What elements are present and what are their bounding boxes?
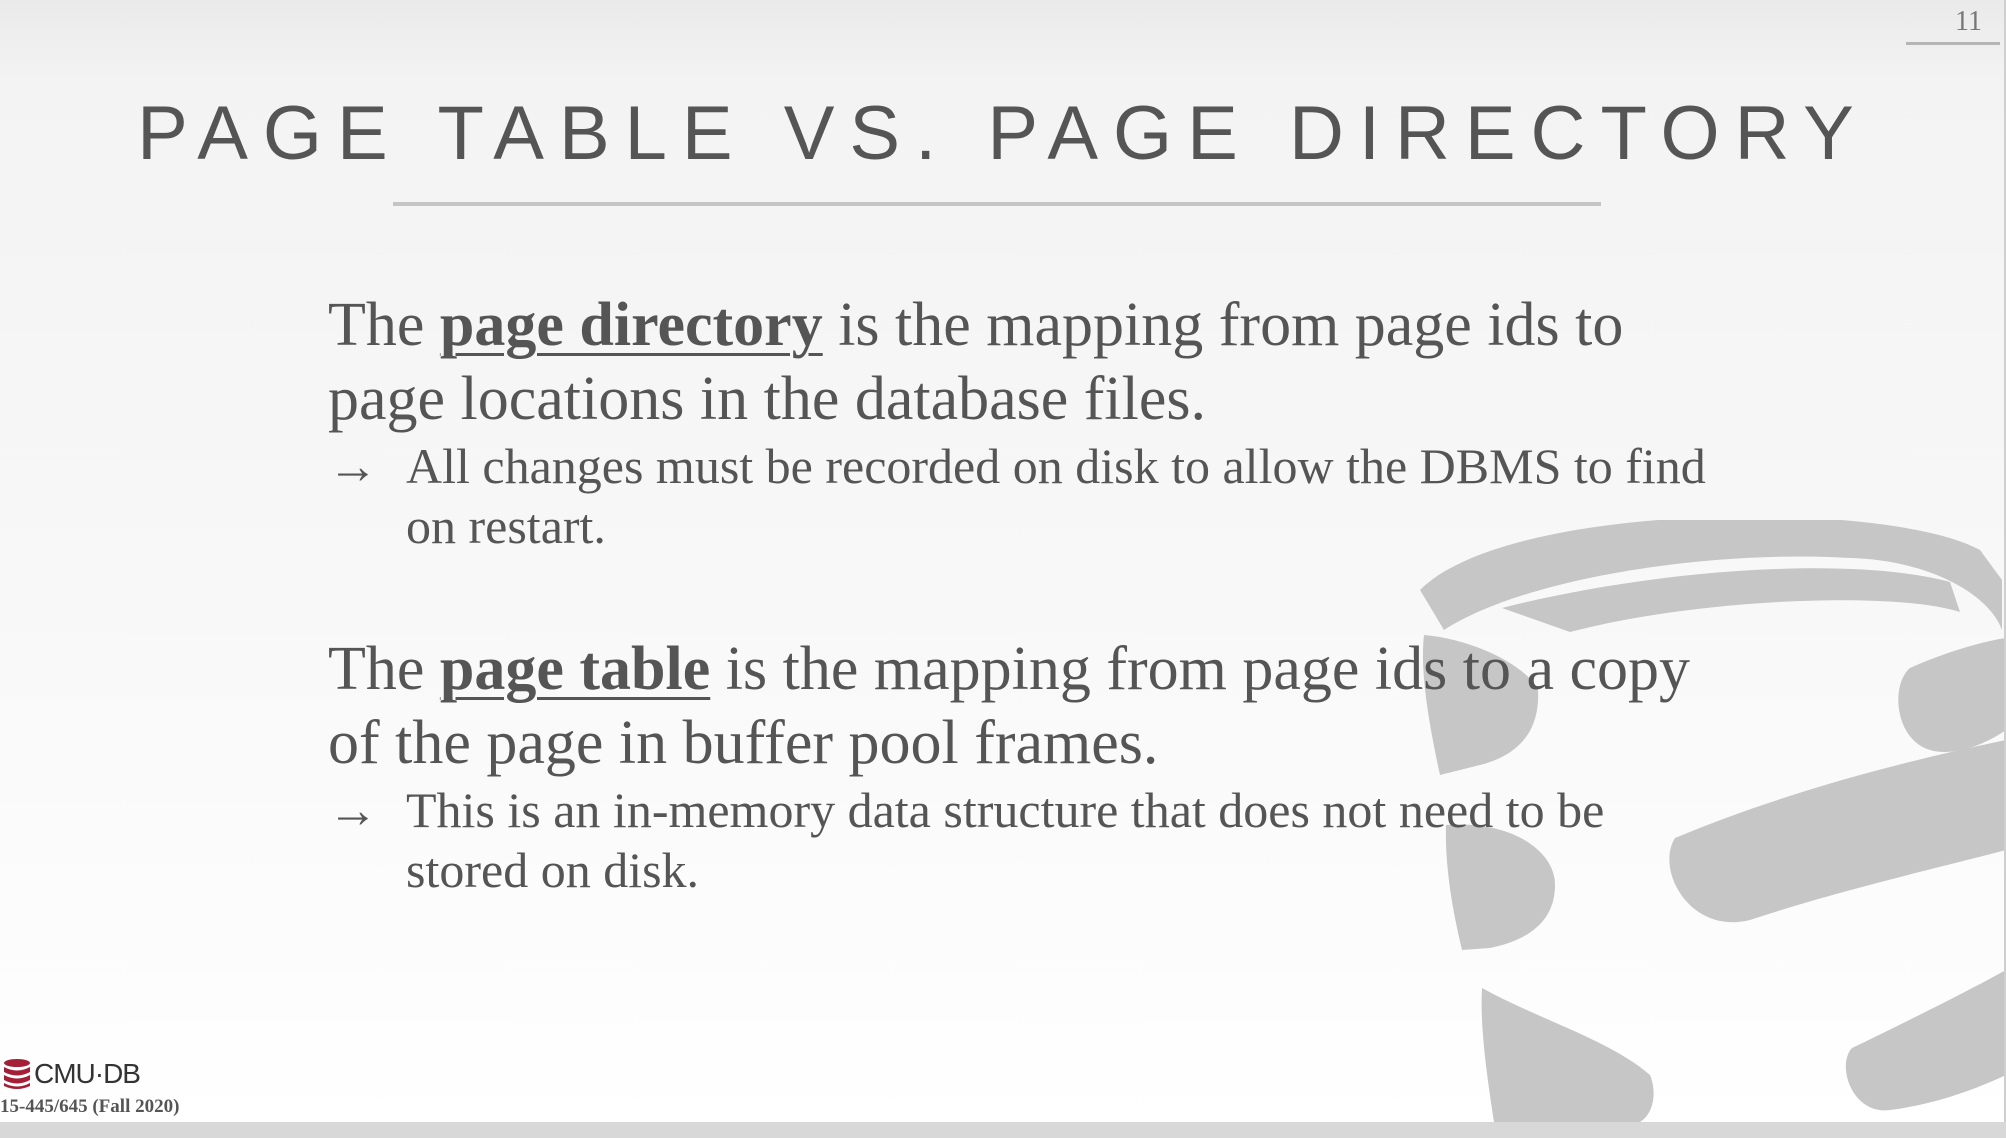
arrow-icon: → <box>328 782 378 838</box>
slide-body: The page directory is the mapping from p… <box>328 288 1728 900</box>
page-directory-definition: The page directory is the mapping from p… <box>328 291 1624 433</box>
course-label: 15-445/645 (Fall 2020) <box>0 1096 180 1117</box>
term-page-directory: page directory <box>439 291 823 359</box>
footer-logo: CMU·DB <box>2 1058 141 1090</box>
term-page-table: page table <box>439 635 711 703</box>
brand-name: CMU·DB <box>34 1058 141 1089</box>
page-table-bullet: → This is an in-memory data structure tha… <box>328 782 1605 898</box>
page-number-rule <box>1906 42 2000 45</box>
arrow-icon: → <box>328 438 378 494</box>
slide-title: PAGE TABLE VS. PAGE DIRECTORY <box>137 91 1869 176</box>
database-icon <box>4 1059 30 1089</box>
page-directory-bullet: → All changes must be recorded on disk to… <box>328 438 1706 554</box>
title-divider <box>393 202 1601 206</box>
page-number: 11 <box>1955 6 1982 37</box>
slide: 11 PAGE TABLE VS. PAGE DIRECTORY The pag… <box>0 0 2006 1122</box>
page-table-definition: The page table is the mapping from page … <box>328 635 1691 777</box>
